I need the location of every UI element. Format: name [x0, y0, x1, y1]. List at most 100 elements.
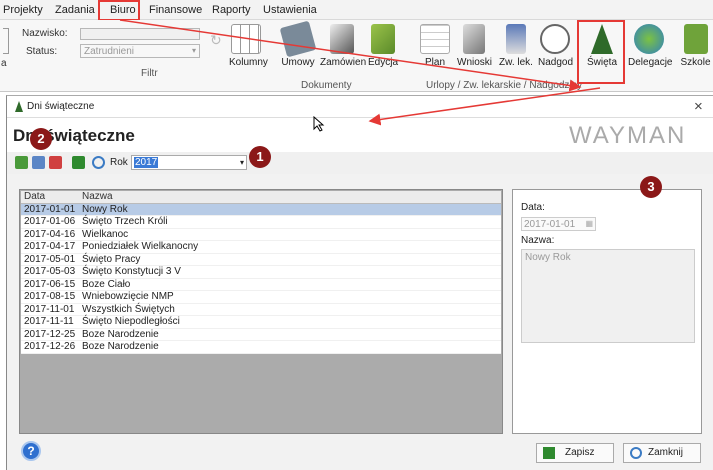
- table-row[interactable]: 2017-06-15 Boze Ciało: [21, 278, 501, 291]
- detail-panel: Data: 2017-01-01 ▦ Nazwa: Nowy Rok: [512, 189, 702, 434]
- table-row[interactable]: 2017-01-01 Nowy Rok: [21, 203, 501, 216]
- row-date: 2017-04-17: [24, 241, 76, 252]
- rok-value: 2017: [134, 157, 159, 168]
- table-row[interactable]: 2017-11-11 Święto Niepodległości: [21, 316, 501, 329]
- nazwisko-input[interactable]: [80, 28, 200, 40]
- table-row[interactable]: 2017-04-17 Poniedziałek Wielkanocny: [21, 241, 501, 254]
- contract-icon: [279, 20, 317, 58]
- row-date: 2017-01-01: [24, 203, 76, 215]
- header-date[interactable]: Data: [24, 191, 45, 204]
- row-date: 2017-08-15: [24, 291, 76, 302]
- save-label: Zapisz: [565, 447, 595, 458]
- table-row[interactable]: 2017-12-25 Boze Narodzenie: [21, 328, 501, 341]
- rok-select[interactable]: 2017 ▾: [131, 155, 247, 170]
- dialog-toolbar: Rok 2017 ▾: [7, 152, 713, 174]
- table-row[interactable]: 2017-04-16 Wielkanoc: [21, 228, 501, 241]
- table-row[interactable]: 2017-01-06 Święto Trzech Króli: [21, 216, 501, 229]
- swieta-highlight: [577, 20, 625, 84]
- tree-icon: [15, 101, 23, 112]
- menu-projekty[interactable]: Projekty: [3, 4, 43, 16]
- table-row[interactable]: 2017-05-01 Święto Pracy: [21, 253, 501, 266]
- table-row[interactable]: 2017-12-26 Boze Narodzenie: [21, 341, 501, 354]
- plan-button[interactable]: Plan: [420, 24, 450, 80]
- table-row[interactable]: 2017-11-01 Wszystkich Świętych: [21, 303, 501, 316]
- umowy-label: Umowy: [281, 57, 315, 68]
- status-select[interactable]: Zatrudnieni ▾: [80, 44, 200, 58]
- step-badge-2: 2: [30, 128, 52, 150]
- ribbon-left-edge: [3, 28, 9, 54]
- row-name: Boze Ciało: [82, 278, 131, 290]
- chevron-down-icon: ▾: [239, 158, 244, 167]
- dokumenty-group-label: Dokumenty: [301, 80, 352, 91]
- row-date: 2017-05-01: [24, 253, 76, 265]
- dialog-titlebar: Dni świąteczne ×: [7, 96, 713, 118]
- zwlek-label: Zw. lek.: [499, 57, 533, 68]
- zamowien-button[interactable]: Zamówien: [320, 24, 367, 80]
- nadgod-label: Nadgod: [538, 57, 574, 68]
- menu-zadania[interactable]: Zadania: [55, 4, 95, 16]
- row-date: 2017-01-06: [24, 216, 76, 227]
- columns-icon: [231, 24, 261, 54]
- delete-icon[interactable]: [49, 156, 62, 169]
- training-icon: [683, 24, 708, 54]
- row-name: Święto Niepodległości: [82, 316, 180, 327]
- holidays-dialog: Dni świąteczne × Dni świąteczne WAYMAN R…: [6, 95, 713, 470]
- menu-ustawienia[interactable]: Ustawienia: [263, 4, 317, 16]
- date-value: 2017-01-01: [524, 219, 576, 230]
- szkole-button[interactable]: Szkole: [678, 24, 713, 80]
- table-body: Data Nazwa 2017-01-01 Nowy Rok 2017-01-06…: [21, 191, 501, 354]
- kolumny-button[interactable]: Kolumny: [229, 24, 268, 80]
- holidays-table: Data Nazwa 2017-01-01 Nowy Rok 2017-01-06…: [19, 189, 503, 434]
- help-icon[interactable]: ?: [21, 441, 41, 461]
- save-button[interactable]: Zapisz: [536, 443, 614, 463]
- save-icon: [543, 447, 555, 459]
- menu-raporty[interactable]: Raporty: [212, 4, 251, 16]
- row-date: 2017-04-16: [24, 228, 76, 240]
- edycja-button[interactable]: Edycja: [366, 24, 400, 80]
- globe-icon: [634, 24, 664, 54]
- close-label: Zamknij: [648, 447, 684, 458]
- row-date: 2017-06-15: [24, 278, 76, 290]
- date-field[interactable]: 2017-01-01 ▦: [521, 217, 596, 231]
- plan-label: Plan: [424, 57, 445, 68]
- kolumny-label: Kolumny: [229, 57, 268, 68]
- close-button[interactable]: Zamknij: [623, 443, 701, 463]
- add-icon[interactable]: [15, 156, 28, 169]
- wnioski-button[interactable]: Wnioski: [457, 24, 492, 80]
- name-field[interactable]: Nowy Rok: [521, 249, 695, 343]
- rok-label: Rok: [110, 157, 128, 168]
- delegacje-button[interactable]: Delegacje: [628, 24, 672, 80]
- zamowien-label: Zamówien: [320, 57, 367, 68]
- umowy-button[interactable]: Umowy: [279, 20, 317, 80]
- row-date: 2017-11-11: [24, 316, 74, 327]
- a-label: a: [1, 58, 7, 69]
- nadgod-button[interactable]: Nadgod: [538, 24, 574, 80]
- edit-icon[interactable]: [32, 156, 45, 169]
- table-row[interactable]: 2017-08-15 Wniebowzięcie NMP: [21, 291, 501, 304]
- close-action-icon: [630, 447, 642, 459]
- ribbon: a Nazwisko: Status: Zatrudnieni ▾ Filtr …: [0, 20, 713, 92]
- refresh-icon[interactable]: ↻: [210, 32, 222, 49]
- table-header: Data Nazwa: [21, 191, 501, 204]
- date-label: Data:: [521, 202, 545, 213]
- pen-icon: [330, 24, 354, 54]
- filtr-group-label: Filtr: [141, 68, 158, 79]
- header-name[interactable]: Nazwa: [82, 191, 113, 204]
- step-badge-3: 3: [640, 176, 662, 198]
- calendar-icon: ▦: [585, 219, 593, 228]
- close-icon[interactable]: ×: [694, 98, 703, 115]
- row-name: Święto Trzech Króli: [82, 216, 168, 227]
- zwlek-button[interactable]: Zw. lek.: [498, 24, 534, 80]
- table-row[interactable]: 2017-05-03 Święto Konstytucji 3 V: [21, 266, 501, 279]
- name-value: Nowy Rok: [525, 252, 571, 263]
- row-date: 2017-12-26: [24, 341, 76, 352]
- row-name: Wszystkich Świętych: [82, 303, 175, 315]
- menu-finansowe[interactable]: Finansowe: [149, 4, 202, 16]
- row-date: 2017-05-03: [24, 266, 76, 277]
- save-icon[interactable]: [72, 156, 85, 169]
- edit-icon: [371, 24, 395, 54]
- clock-icon: [540, 24, 570, 54]
- refresh-icon[interactable]: [92, 156, 105, 169]
- row-date: 2017-12-25: [24, 328, 76, 340]
- request-icon: [463, 24, 485, 54]
